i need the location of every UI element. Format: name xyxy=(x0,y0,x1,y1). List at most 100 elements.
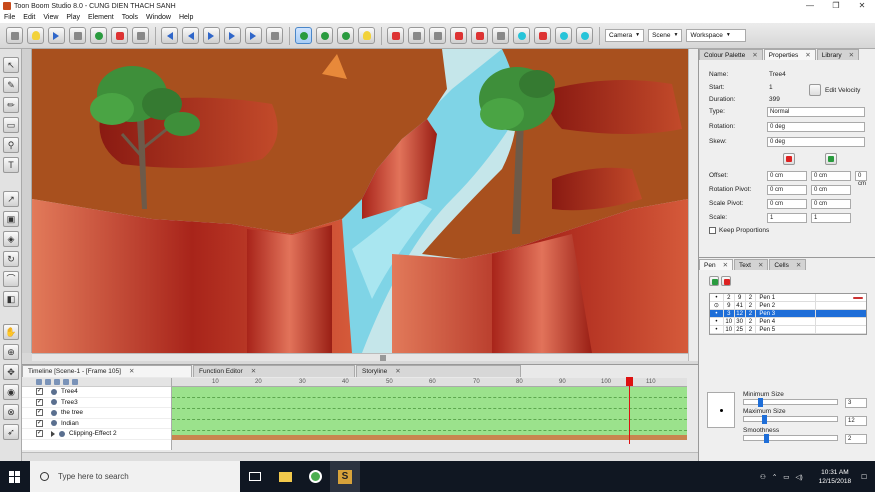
contour-editor-icon[interactable]: ↗ xyxy=(3,191,19,207)
workspace-select[interactable]: Workspace ▼ xyxy=(686,29,747,42)
frame-ruler[interactable]: 10 20 30 40 50 60 70 80 90 100 110 xyxy=(172,378,687,387)
maximize-button[interactable]: ❐ xyxy=(823,0,849,12)
rotate-tool-icon[interactable]: ↻ xyxy=(3,251,19,267)
magnify-tool-icon[interactable]: ⚲ xyxy=(3,137,19,153)
timeline-layer[interactable]: ✓ Tree3 xyxy=(22,398,171,408)
tab-colour-palette[interactable]: Colour Palette ✕ xyxy=(699,49,763,60)
menu-file[interactable]: File xyxy=(4,14,15,21)
layer-checkbox[interactable]: ✓ xyxy=(36,388,43,396)
tab-cells[interactable]: Cells ✕ xyxy=(769,259,807,270)
close-icon[interactable]: ✕ xyxy=(805,52,810,59)
volume-icon[interactable]: ◁) xyxy=(795,473,802,481)
tab-pen[interactable]: Pen ✕ xyxy=(699,259,734,270)
undo-icon[interactable] xyxy=(111,27,128,44)
tab-timeline[interactable]: Timeline [Scene-1 - [Frame 105] ✕ xyxy=(22,365,192,377)
edit-velocity-icon[interactable] xyxy=(809,84,821,96)
slider-knob[interactable] xyxy=(764,434,769,443)
keep-proportions-checkbox[interactable] xyxy=(709,227,716,234)
smoothness-input[interactable]: 2 xyxy=(845,434,867,444)
timeline-layer[interactable]: ✓ Indian xyxy=(22,419,171,429)
save-icon[interactable] xyxy=(48,27,65,44)
pen-row[interactable]: • 2 9 2 Pen 1 xyxy=(710,294,866,302)
import-icon[interactable] xyxy=(69,27,86,44)
canvas-vertical-scrollbar[interactable] xyxy=(688,49,698,361)
play-icon[interactable] xyxy=(203,27,220,44)
timeline-scrollbar[interactable] xyxy=(22,452,698,461)
add-layer-icon[interactable] xyxy=(36,379,42,385)
menu-view[interactable]: View xyxy=(43,14,58,21)
camera-select[interactable]: Camera ▼ xyxy=(605,29,645,42)
redo-icon[interactable] xyxy=(132,27,149,44)
pencil-tool-icon[interactable]: ✏ xyxy=(3,97,19,113)
tab-properties[interactable]: Properties ✕ xyxy=(763,49,816,60)
smooth-tool-icon[interactable]: ⌒ xyxy=(3,271,19,287)
paint-bucket-icon[interactable]: ◈ xyxy=(3,231,19,247)
taskbar-search[interactable]: Type here to search xyxy=(30,461,240,492)
text-tool-icon[interactable]: T xyxy=(3,157,19,173)
close-icon[interactable]: ✕ xyxy=(752,52,757,59)
apply-offset-icon[interactable] xyxy=(825,153,837,165)
pan-tool-icon[interactable]: ✥ xyxy=(3,364,19,380)
new-scene-icon[interactable] xyxy=(6,27,23,44)
peg-icon[interactable] xyxy=(54,379,60,385)
menu-element[interactable]: Element xyxy=(88,14,114,21)
previous-frame-icon[interactable] xyxy=(182,27,199,44)
lock-icon[interactable] xyxy=(63,379,69,385)
perspective-tool-icon[interactable]: ◧ xyxy=(3,291,19,307)
timeline-tracks[interactable] xyxy=(172,387,687,440)
rotation-pivot-x-input[interactable]: 0 cm xyxy=(767,185,807,195)
visibility-icon[interactable] xyxy=(72,379,78,385)
onion-skin-next-icon[interactable] xyxy=(337,27,354,44)
brush-tool-icon[interactable]: ✎ xyxy=(3,77,19,93)
clock[interactable]: 10:31 AM 12/15/2018 xyxy=(819,468,852,486)
side-view-icon[interactable] xyxy=(429,27,446,44)
top-view-icon[interactable] xyxy=(408,27,425,44)
sound-icon[interactable] xyxy=(534,27,551,44)
layer-checkbox[interactable]: ✓ xyxy=(36,398,43,406)
last-frame-icon[interactable] xyxy=(245,27,262,44)
drawing-mode-icon[interactable] xyxy=(450,27,467,44)
slider-knob[interactable] xyxy=(762,415,767,424)
canvas-horizontal-scrollbar[interactable] xyxy=(32,353,688,361)
menu-help[interactable]: Help xyxy=(179,14,193,21)
scale-pivot-y-input[interactable]: 0 cm xyxy=(811,199,851,209)
network-icon[interactable]: ▭ xyxy=(783,473,789,481)
playhead[interactable] xyxy=(626,377,633,444)
menu-tools[interactable]: Tools xyxy=(122,14,138,21)
zoom-tool-icon[interactable]: ⊕ xyxy=(3,344,19,360)
offset-y-input[interactable]: 0 cm xyxy=(811,171,851,181)
tab-function-editor[interactable]: Function Editor ✕ xyxy=(193,365,355,377)
pen-row-selected[interactable]: • 3 12 2 Pen 3 xyxy=(710,310,866,318)
delete-layer-icon[interactable] xyxy=(45,379,51,385)
minimum-size-slider[interactable] xyxy=(743,398,838,407)
rotation-input[interactable]: 0 deg xyxy=(767,122,865,132)
offset-x-input[interactable]: 0 cm xyxy=(767,171,807,181)
rotation-pivot-y-input[interactable]: 0 cm xyxy=(811,185,851,195)
scale-pivot-x-input[interactable]: 0 cm xyxy=(767,199,807,209)
transform-tool-icon[interactable]: ▣ xyxy=(3,211,19,227)
start-button[interactable] xyxy=(0,461,30,492)
close-icon[interactable]: ✕ xyxy=(395,368,400,375)
people-icon[interactable]: ⚇ xyxy=(760,473,766,481)
slider-knob[interactable] xyxy=(758,398,763,407)
motion-path-icon[interactable]: ➶ xyxy=(3,424,19,440)
menu-play[interactable]: Play xyxy=(66,14,80,21)
clipping-track[interactable] xyxy=(172,435,687,440)
close-icon[interactable]: ✕ xyxy=(251,368,256,375)
close-icon[interactable]: ✕ xyxy=(758,262,763,269)
reset-offset-icon[interactable] xyxy=(783,153,795,165)
layer-checkbox[interactable]: ✓ xyxy=(36,430,43,438)
loop-icon[interactable] xyxy=(266,27,283,44)
scale-y-input[interactable]: 1 xyxy=(811,213,851,223)
scale-x-input[interactable]: 1 xyxy=(767,213,807,223)
tab-text[interactable]: Text ✕ xyxy=(734,259,769,270)
file-explorer-icon[interactable] xyxy=(270,461,300,492)
delete-pen-icon[interactable] xyxy=(721,276,731,286)
render-icon[interactable] xyxy=(576,27,593,44)
type-select[interactable]: Normal xyxy=(767,107,865,117)
export-icon[interactable] xyxy=(90,27,107,44)
close-button[interactable]: ✕ xyxy=(849,0,875,12)
grid-icon[interactable] xyxy=(492,27,509,44)
add-pen-icon[interactable] xyxy=(709,276,719,286)
expand-arrow-icon[interactable] xyxy=(51,430,55,437)
